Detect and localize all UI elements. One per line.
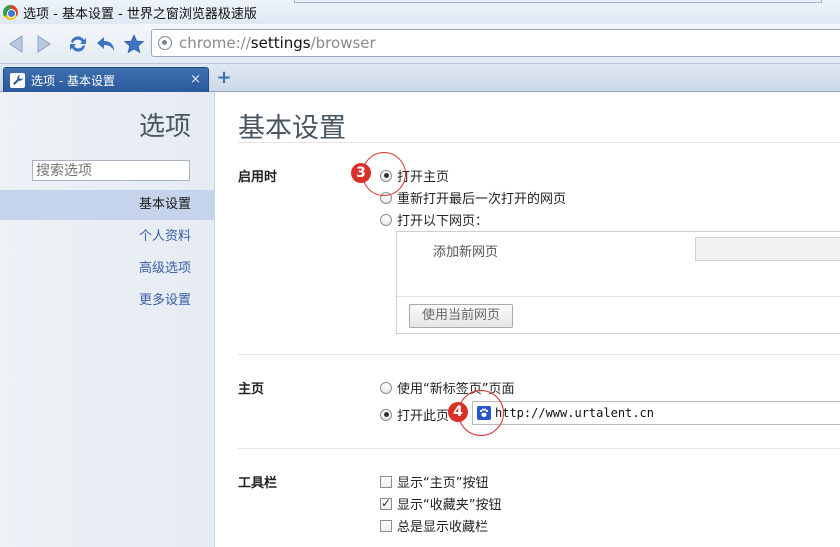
section-divider [238,354,840,355]
homepage-url-input[interactable]: http://www.urtalent.cn [472,401,840,425]
search-input[interactable] [32,160,190,181]
sidebar: 选项 基本设置 个人资料 高级选项 更多设置 [0,92,215,547]
toolbar-option-bookmarks-bar[interactable]: 总是显示收藏栏 [380,516,488,535]
new-tab-button[interactable]: + [216,69,232,87]
title-strip [294,0,822,3]
tab-close-icon[interactable]: × [190,72,201,87]
add-page-label: 添加新网页 [433,245,499,260]
wrench-icon [10,72,25,88]
forward-arrow-icon [37,34,51,53]
address-bar[interactable]: chrome://settings/browser [151,29,840,57]
section-divider [238,448,840,449]
homepage-label: 主页 [238,382,265,397]
navigation-bar: chrome://settings/browser [0,24,840,64]
sidebar-item-basic[interactable]: 基本设置 [0,190,215,220]
startup-option-pages[interactable]: 打开以下网页： [380,210,488,229]
homepage-url: http://www.urtalent.cn [495,406,654,420]
reload-icon [70,35,86,52]
toolbar-label: 工具栏 [238,476,278,491]
undo-icon [97,36,114,51]
back-arrow-icon [9,34,23,53]
address-url: chrome://settings/browser [179,34,376,52]
undo-close-button[interactable] [94,32,118,56]
sidebar-item-profile[interactable]: 个人资料 [0,222,215,252]
option-label: 显示“主页”按钮 [397,476,489,491]
settings-content: 基本设置 启用时 打开主页 重新打开最后一次打开的网页 打开以下网页： 添加新网… [216,92,840,547]
add-page-input[interactable] [695,237,840,261]
sidebar-title: 选项 [138,112,191,142]
startup-label: 启用时 [238,170,278,185]
toolbar-option-home[interactable]: 显示“主页”按钮 [380,472,488,491]
radio-use-newtab[interactable] [380,381,392,394]
use-current-pages-button[interactable]: 使用当前网页 [409,304,513,328]
forward-button[interactable] [32,32,56,56]
browser-logo-icon [3,4,18,20]
tab-settings[interactable]: 选项 - 基本设置 × [3,67,209,92]
list-divider [397,296,840,297]
startup-option-restore[interactable]: 重新打开最后一次打开的网页 [380,188,566,207]
radio-open-pages[interactable] [380,213,392,226]
page-title: 基本设置 [238,113,346,144]
annotation-marker-3: 3 [351,163,371,183]
checkbox-show-favorites[interactable] [380,496,392,510]
startup-pages-list: 添加新网页 使用当前网页 [396,231,840,334]
tab-bar: 选项 - 基本设置 × + [0,64,840,92]
back-button[interactable] [4,32,28,56]
option-label: 重新打开最后一次打开的网页 [397,192,567,207]
option-label: 打开以下网页： [397,214,489,229]
radio-open-this-page[interactable] [380,408,392,421]
page-info-icon[interactable] [158,36,172,50]
reload-button[interactable] [66,32,90,56]
checkbox-always-bookmarks[interactable] [380,519,392,532]
annotation-marker-4: 4 [448,402,468,422]
option-label: 显示“收藏夹”按钮 [397,498,502,513]
title-bar: 选项 - 基本设置 - 世界之窗浏览器极速版 [0,0,840,24]
star-icon [123,33,145,53]
window-title: 选项 - 基本设置 - 世界之窗浏览器极速版 [23,6,257,22]
sidebar-item-advanced[interactable]: 高级选项 [0,254,215,284]
sidebar-item-more[interactable]: 更多设置 [0,286,215,316]
title-divider [238,142,840,143]
toolbar-option-favorites[interactable]: 显示“收藏夹”按钮 [380,494,501,513]
option-label: 总是显示收藏栏 [397,520,489,535]
favorite-button[interactable] [122,32,146,56]
tab-label: 选项 - 基本设置 [31,73,115,88]
checkbox-show-home[interactable] [380,475,392,488]
option-label: 使用“新标签页”页面 [397,382,515,397]
